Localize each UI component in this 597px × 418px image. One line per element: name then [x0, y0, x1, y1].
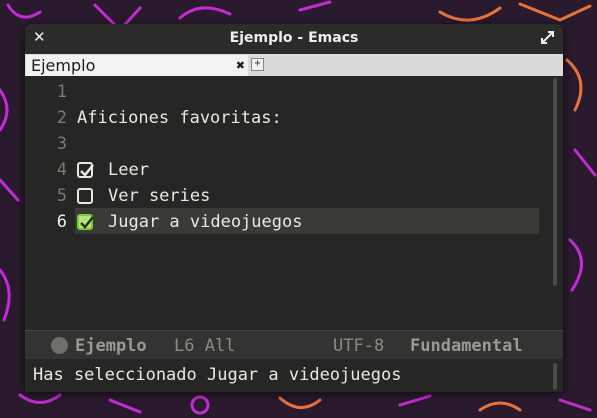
cursor-position: L6 All [174, 336, 236, 356]
checkbox-label-jugar-videojuegos: Jugar a videojuegos [108, 212, 303, 232]
checkbox-label-leer: Leer [108, 160, 149, 180]
line-number: 1 [56, 82, 67, 102]
tab-bar: Ejemplo ✖ + [25, 54, 563, 76]
major-mode: Fundamental [410, 336, 523, 356]
minibuffer[interactable]: Has seleccionado Jugar a videojuegos [25, 359, 563, 392]
editor-area[interactable]: 1 2 Aficiones favoritas: 3 4 Leer 5 Ver … [25, 76, 563, 330]
vertical-scrollbar[interactable] [553, 78, 557, 286]
echo-message: Has seleccionado Jugar a videojuegos [33, 365, 402, 385]
editor-line: 2 Aficiones favoritas: [25, 104, 545, 130]
checkbox-ver-series[interactable] [77, 188, 93, 204]
checkbox-leer[interactable] [77, 162, 94, 178]
window-title: Ejemplo - Emacs [229, 30, 359, 46]
mode-line: Ejemplo L6 All UTF-8 Fundamental [25, 330, 563, 359]
line-number: 4 [56, 160, 67, 180]
encoding-indicator: UTF-8 [333, 336, 385, 356]
minibuffer-scrollbar[interactable] [553, 363, 557, 390]
line-number: 6 [56, 212, 67, 232]
title-bar: ✕ Ejemplo - Emacs [25, 24, 563, 54]
tab-ejemplo[interactable]: Ejemplo ✖ [26, 55, 248, 76]
maximize-icon[interactable] [539, 28, 555, 46]
line-number: 5 [56, 186, 67, 206]
emacs-icon [51, 337, 68, 354]
editor-line-current: 6 Jugar a videojuegos [25, 208, 545, 234]
line-number: 2 [56, 108, 67, 128]
checkbox-jugar-videojuegos[interactable] [77, 214, 94, 230]
checkbox-label-ver-series: Ver series [108, 186, 211, 206]
tab-close-icon[interactable]: ✖ [236, 55, 245, 76]
editor-line: 1 [25, 78, 545, 104]
buffer-name: Ejemplo [75, 336, 147, 356]
line-number: 3 [56, 134, 67, 154]
editor-line: 5 Ver series [25, 182, 545, 208]
emacs-window: ✕ Ejemplo - Emacs Ejemplo ✖ + 1 2 Aficio… [25, 24, 563, 392]
tab-label: Ejemplo [31, 56, 96, 75]
new-tab-icon[interactable]: + [251, 58, 264, 71]
heading-text: Aficiones favoritas: [77, 108, 282, 128]
editor-line: 3 [25, 130, 545, 156]
editor-line: 4 Leer [25, 156, 545, 182]
